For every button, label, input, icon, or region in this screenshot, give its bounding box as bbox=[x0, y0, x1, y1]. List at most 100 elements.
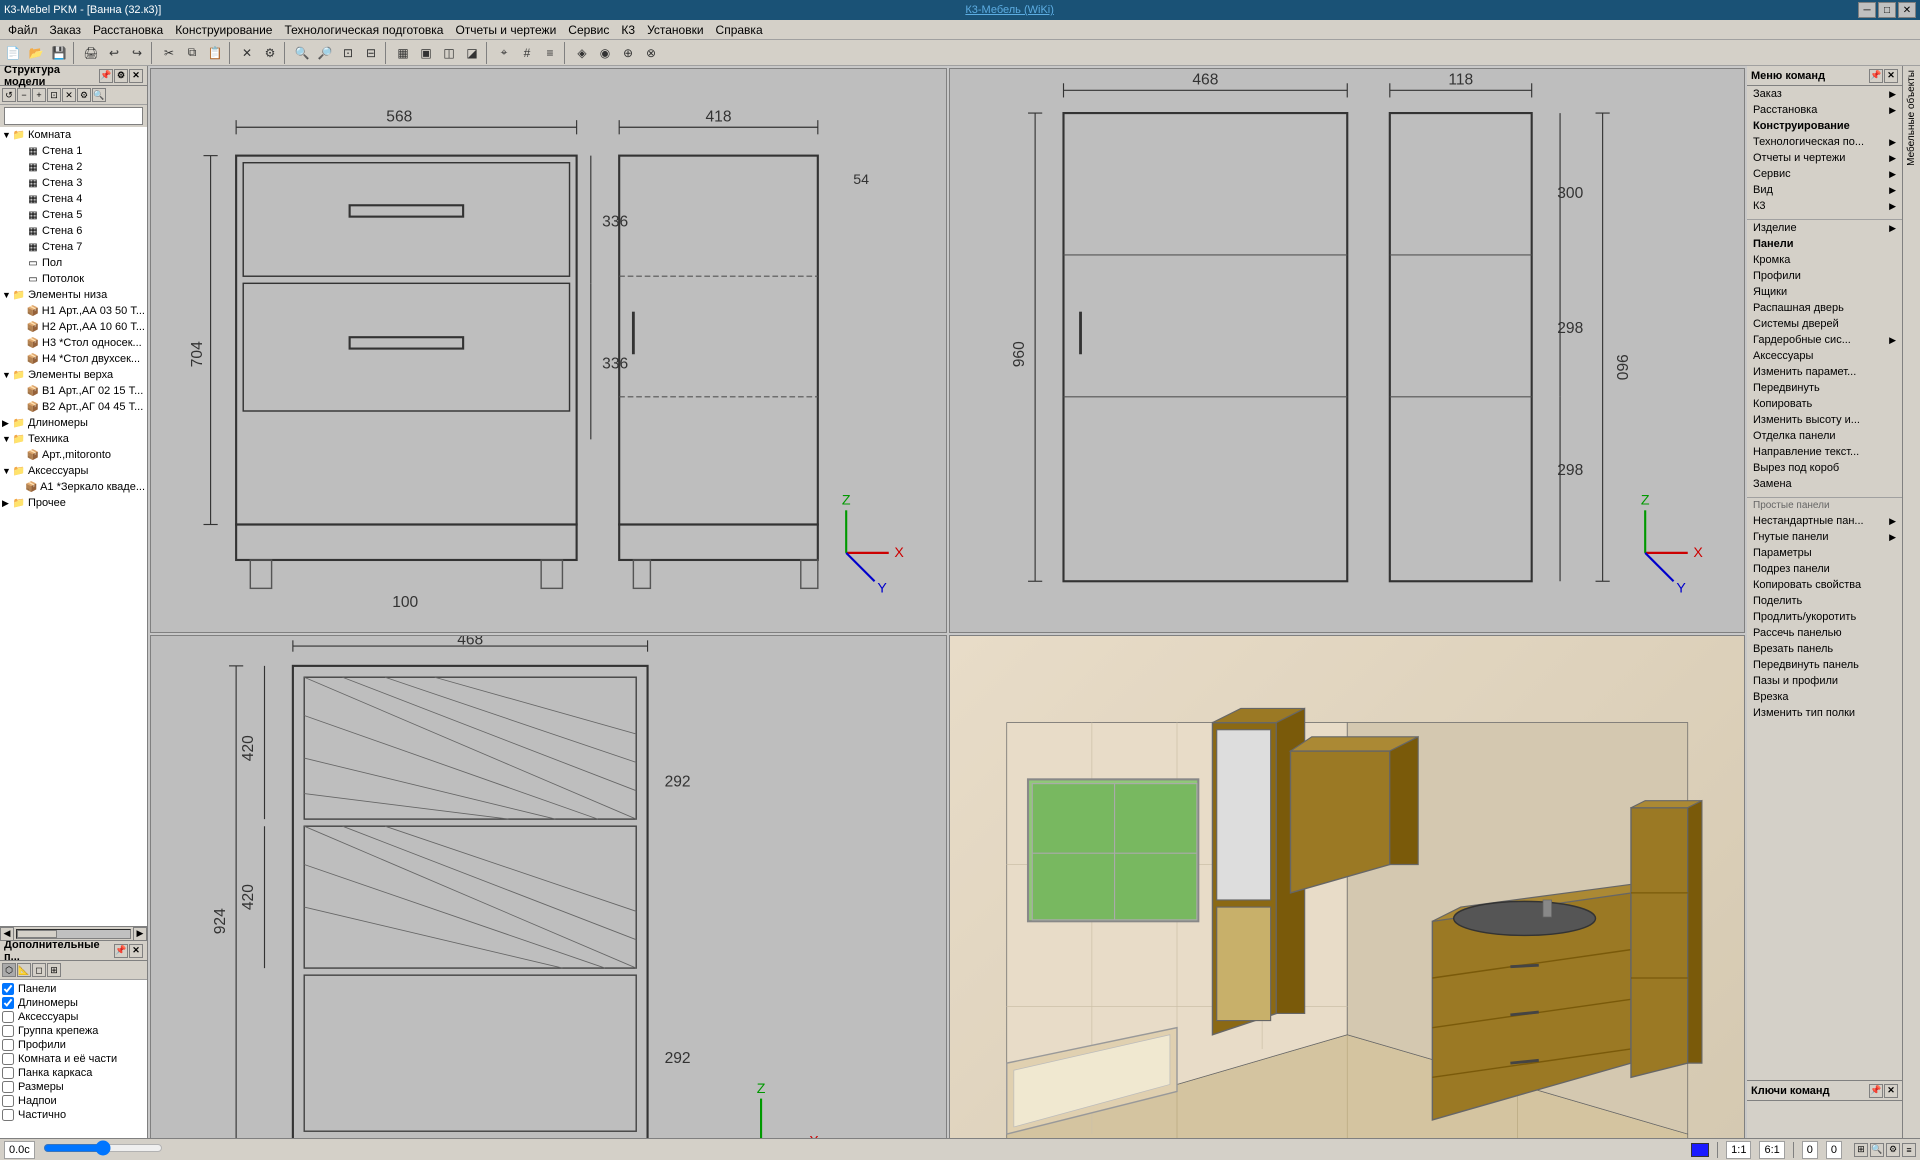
panel-pin-btn[interactable]: 📌 bbox=[99, 69, 113, 83]
menu-cmd-wardrobe[interactable]: Гардеробные сис...▶ bbox=[1747, 332, 1902, 348]
menu-file[interactable]: Файл bbox=[2, 21, 44, 39]
tree-refresh-btn[interactable]: ↺ bbox=[2, 88, 16, 102]
keys-close-btn[interactable]: ✕ bbox=[1884, 1084, 1898, 1098]
tb-properties[interactable]: ⚙ bbox=[259, 42, 281, 64]
addl-icon1[interactable]: ⬡ bbox=[2, 963, 16, 977]
menu-order[interactable]: Заказ bbox=[44, 21, 87, 39]
tree-item-lower_elements[interactable]: ▼📁Элементы низа bbox=[0, 287, 147, 303]
tb-extra2[interactable]: ◉ bbox=[594, 42, 616, 64]
menu-settings[interactable]: Установки bbox=[641, 21, 709, 39]
tb-zoom-sel[interactable]: ⊟ bbox=[360, 42, 382, 64]
panel-settings-btn[interactable]: ⚙ bbox=[114, 69, 128, 83]
tb-print[interactable]: 🖨 bbox=[80, 42, 102, 64]
menu-cmd-placement[interactable]: Расстановка▶ bbox=[1747, 102, 1902, 118]
menu-cmd-service[interactable]: Сервис▶ bbox=[1747, 166, 1902, 182]
menu-cmd-copy[interactable]: Копировать bbox=[1747, 396, 1902, 412]
menu-cmd-bent[interactable]: Гнутые панели▶ bbox=[1747, 529, 1902, 545]
menu-cmd-params[interactable]: Параметры bbox=[1747, 545, 1902, 561]
addl-close-btn[interactable]: ✕ bbox=[129, 944, 143, 958]
panel-close-btn[interactable]: ✕ bbox=[129, 69, 143, 83]
tree-item-wall3[interactable]: ▦Стена 3 bbox=[0, 175, 147, 191]
tree-item-wall1[interactable]: ▦Стена 1 bbox=[0, 143, 147, 159]
tb-copy[interactable]: ⧉ bbox=[181, 42, 203, 64]
tb-extra1[interactable]: ◈ bbox=[571, 42, 593, 64]
checkbox-partial[interactable]: Частично bbox=[2, 1108, 145, 1122]
menu-placement[interactable]: Расстановка bbox=[87, 21, 169, 39]
menu-cmd-move-panel[interactable]: Передвинуть панель bbox=[1747, 657, 1902, 673]
addl-icon3[interactable]: ◻ bbox=[32, 963, 46, 977]
tb-open[interactable]: 📂 bbox=[25, 42, 47, 64]
menu-cmd-panels[interactable]: Панели bbox=[1747, 236, 1902, 252]
maximize-button[interactable]: □ bbox=[1878, 2, 1896, 18]
menu-cmd-split[interactable]: Поделить bbox=[1747, 593, 1902, 609]
tb-layer[interactable]: ≡ bbox=[539, 42, 561, 64]
tree-search-btn[interactable]: 🔍 bbox=[92, 88, 106, 102]
scroll-right-btn[interactable]: ▶ bbox=[133, 927, 147, 941]
menu-cmd-extend[interactable]: Продлить/укоротить bbox=[1747, 609, 1902, 625]
checkbox-sizes[interactable]: Размеры bbox=[2, 1080, 145, 1094]
minimize-button[interactable]: ─ bbox=[1858, 2, 1876, 18]
menu-cmd-accessories[interactable]: Аксессуары bbox=[1747, 348, 1902, 364]
tree-filter-btn[interactable]: ⊡ bbox=[47, 88, 61, 102]
tb-new[interactable]: 📄 bbox=[2, 42, 24, 64]
addl-pin-btn[interactable]: 📌 bbox=[114, 944, 128, 958]
tb-delete[interactable]: ✕ bbox=[236, 42, 258, 64]
menu-cmd-view[interactable]: Вид▶ bbox=[1747, 182, 1902, 198]
menu-cmd-embed[interactable]: Врезка bbox=[1747, 689, 1902, 705]
tb-extra4[interactable]: ⊗ bbox=[640, 42, 662, 64]
tree-item-acc1[interactable]: 📦А1 *Зеркало кваде... bbox=[0, 479, 147, 495]
checkbox-room[interactable]: Комната и её части bbox=[2, 1052, 145, 1066]
menu-cmd-construction[interactable]: Конструирование bbox=[1747, 118, 1902, 134]
addl-icon4[interactable]: ⊞ bbox=[47, 963, 61, 977]
viewport-bottom-right[interactable] bbox=[949, 635, 1746, 1160]
tree-item-b2[interactable]: 📦В2 Арт.,АГ 04 45 Т... bbox=[0, 399, 147, 415]
tree-item-ceiling[interactable]: ▭Потолок bbox=[0, 271, 147, 287]
tree-item-tech[interactable]: ▼📁Техника bbox=[0, 431, 147, 447]
cmd-menu-close-btn[interactable]: ✕ bbox=[1884, 69, 1898, 83]
menu-cmd-panel-finish[interactable]: Отделка панели bbox=[1747, 428, 1902, 444]
tree-expand-btn[interactable]: + bbox=[32, 88, 46, 102]
tree-item-tech1[interactable]: 📦Арт.,mitoronto bbox=[0, 447, 147, 463]
tree-item-b1[interactable]: 📦В1 Арт.,АГ 02 15 Т... bbox=[0, 383, 147, 399]
menu-cmd-k3[interactable]: К3▶ bbox=[1747, 198, 1902, 214]
addl-icon2[interactable]: 📐 bbox=[17, 963, 31, 977]
viewport-top-left[interactable]: 568 418 54 704 336 bbox=[150, 68, 947, 633]
menu-cmd-drawers[interactable]: Ящики bbox=[1747, 284, 1902, 300]
tree-item-other[interactable]: ▶📁Прочее bbox=[0, 495, 147, 511]
checkbox-profiles[interactable]: Профили bbox=[2, 1038, 145, 1052]
tb-cut[interactable]: ✂ bbox=[158, 42, 180, 64]
tree-item-h3[interactable]: 📦Н3 *Стол односек... bbox=[0, 335, 147, 351]
scroll-left-btn[interactable]: ◀ bbox=[0, 927, 14, 941]
menu-cmd-inlay[interactable]: Врезать панель bbox=[1747, 641, 1902, 657]
menu-cmd-copy-props[interactable]: Копировать свойства bbox=[1747, 577, 1902, 593]
menu-cmd-text-dir[interactable]: Направление текст... bbox=[1747, 444, 1902, 460]
wiki-link[interactable]: К3-Мебель (WiKi) bbox=[965, 4, 1054, 16]
tb-extra3[interactable]: ⊕ bbox=[617, 42, 639, 64]
tree-item-wall6[interactable]: ▦Стена 6 bbox=[0, 223, 147, 239]
menu-service[interactable]: Сервис bbox=[562, 21, 615, 39]
tree-item-h4[interactable]: 📦Н4 *Стол двухсек... bbox=[0, 351, 147, 367]
menu-tech[interactable]: Технологическая подготовка bbox=[278, 21, 449, 39]
menu-cmd-change-height[interactable]: Изменить высоту и... bbox=[1747, 412, 1902, 428]
tree-item-room[interactable]: ▼📁Комната bbox=[0, 127, 147, 143]
tree-scrollbar[interactable]: ◀ ▶ bbox=[0, 926, 147, 940]
menu-reports[interactable]: Отчеты и чертежи bbox=[449, 21, 562, 39]
tree-item-accessories[interactable]: ▼📁Аксессуары bbox=[0, 463, 147, 479]
tb-redo[interactable]: ↪ bbox=[126, 42, 148, 64]
menu-cmd-product[interactable]: Изделие▶ bbox=[1747, 220, 1902, 236]
tb-zoom-in[interactable]: 🔍 bbox=[291, 42, 313, 64]
tb-undo[interactable]: ↩ bbox=[103, 42, 125, 64]
tree-item-h1[interactable]: 📦Н1 Арт.,АА 03 50 Т... bbox=[0, 303, 147, 319]
tb-view4[interactable]: ◪ bbox=[461, 42, 483, 64]
tb-paste[interactable]: 📋 bbox=[204, 42, 226, 64]
menu-cmd-shelf-type[interactable]: Изменить тип полки bbox=[1747, 705, 1902, 721]
menu-cmd-cutout[interactable]: Вырез под короб bbox=[1747, 460, 1902, 476]
menu-cmd-swing-door[interactable]: Распашная дверь bbox=[1747, 300, 1902, 316]
tree-item-wall7[interactable]: ▦Стена 7 bbox=[0, 239, 147, 255]
menu-cmd-door-systems[interactable]: Системы дверей bbox=[1747, 316, 1902, 332]
scroll-track[interactable] bbox=[16, 929, 131, 939]
menu-cmd-tech[interactable]: Технологическая по...▶ bbox=[1747, 134, 1902, 150]
status-icon3[interactable]: ⚙ bbox=[1886, 1143, 1900, 1157]
tree-delete-btn[interactable]: ✕ bbox=[62, 88, 76, 102]
tree-item-dimensions[interactable]: ▶📁Длиномеры bbox=[0, 415, 147, 431]
